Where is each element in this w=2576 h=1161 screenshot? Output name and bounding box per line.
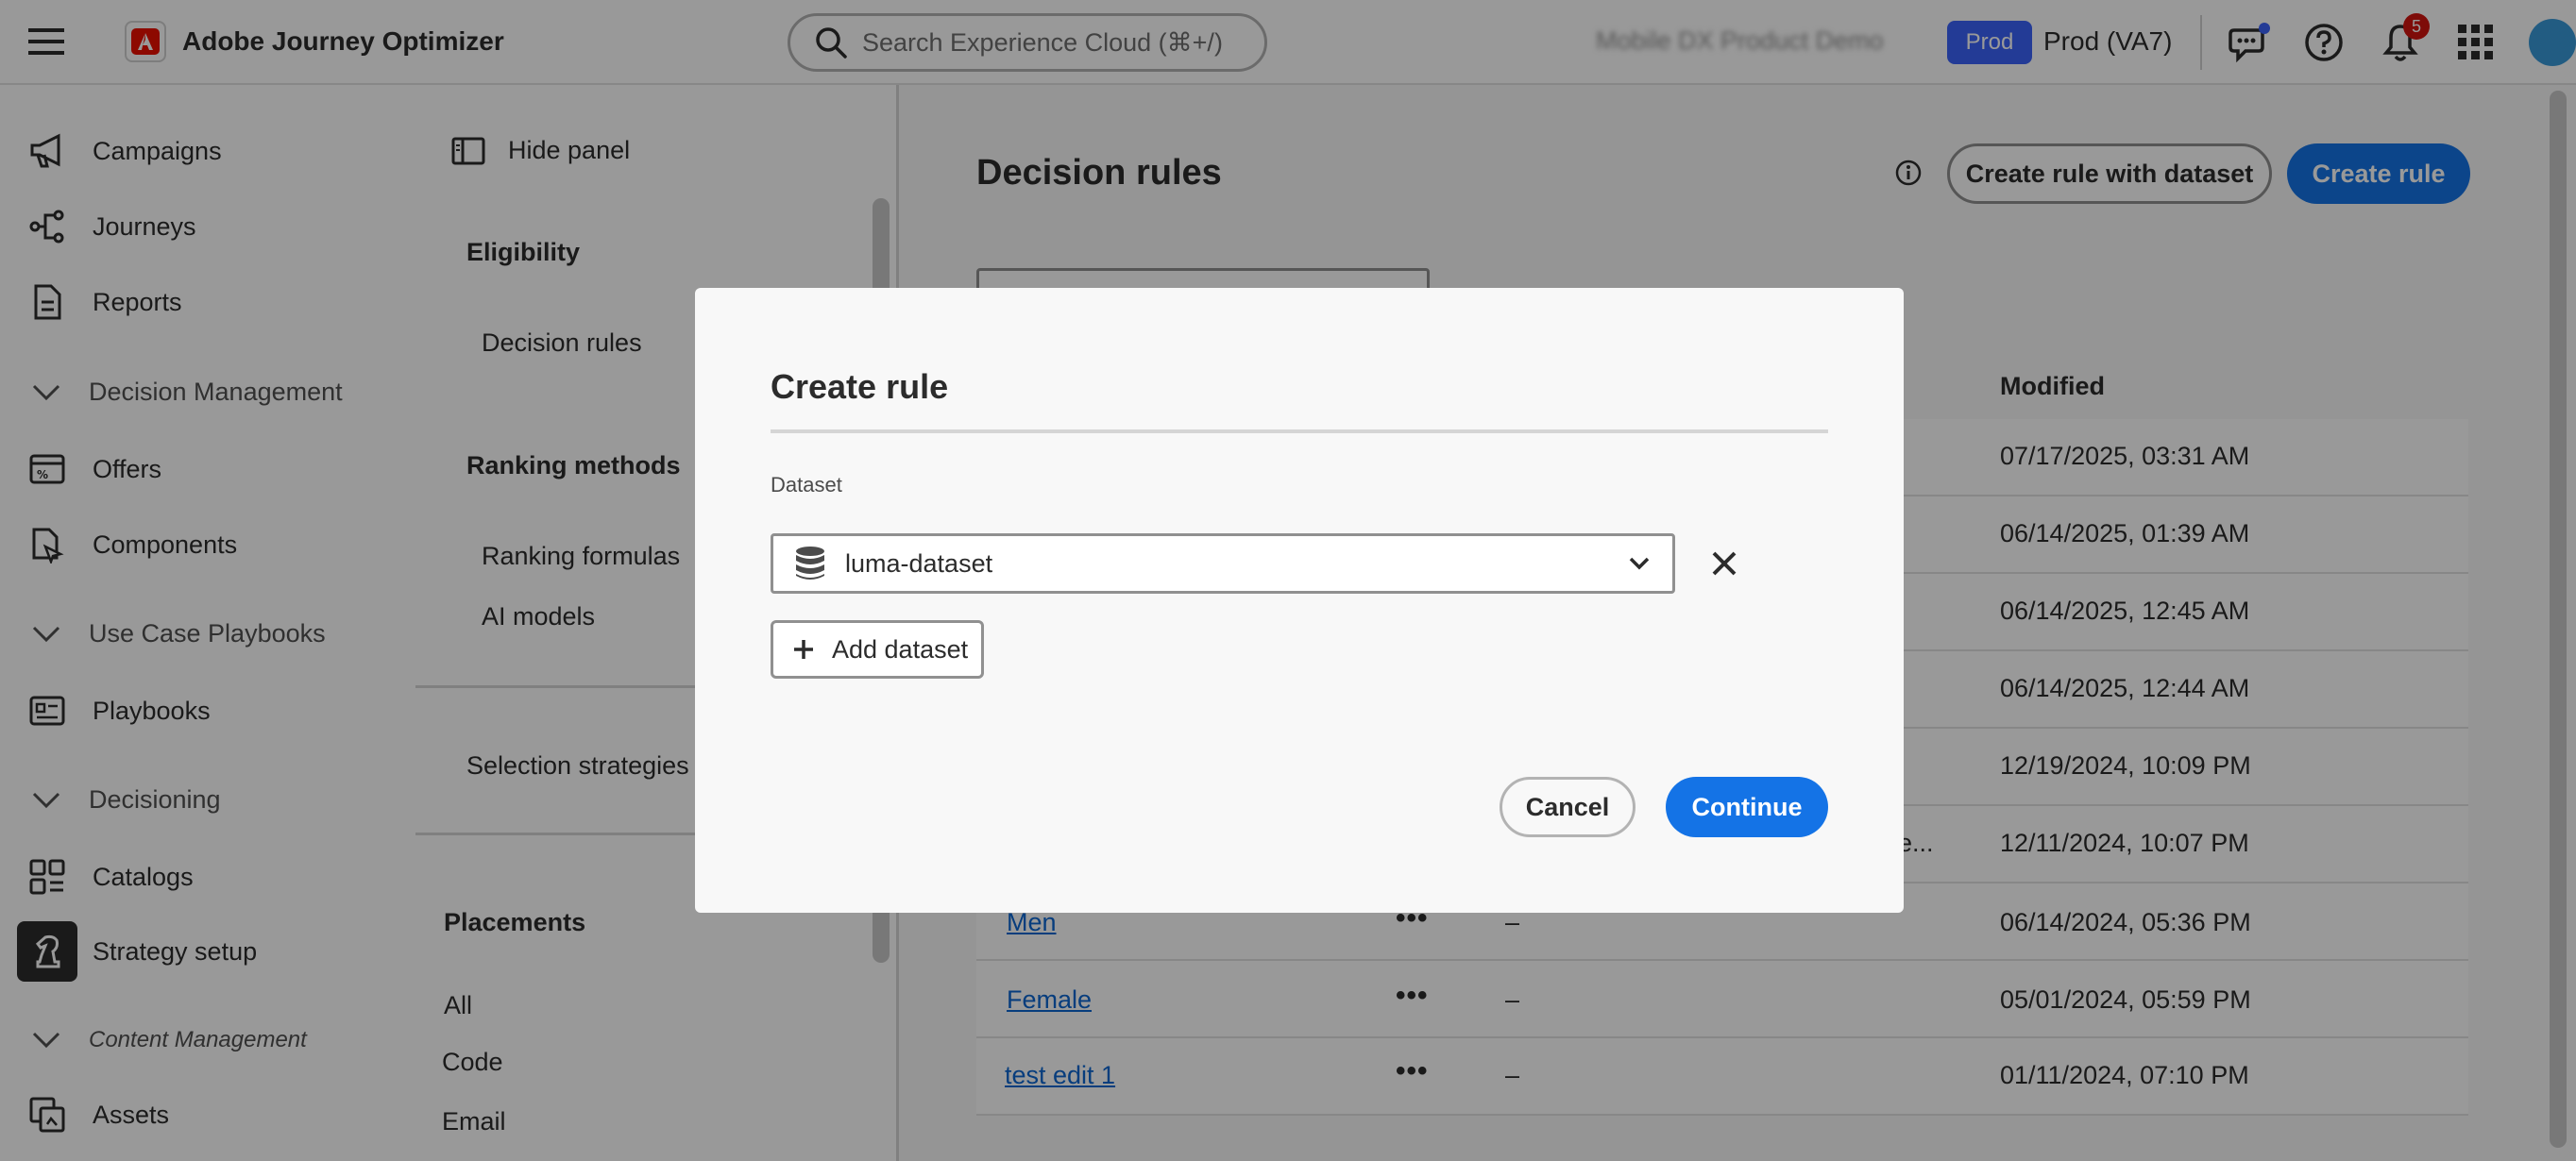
create-rule-dialog: Create rule Dataset luma-dataset Add dat… [695,288,1904,913]
dataset-value: luma-dataset [845,548,993,578]
remove-dataset-close-icon[interactable] [1711,550,1737,577]
dialog-divider [771,429,1828,433]
database-icon [794,546,826,581]
add-dataset-label: Add dataset [832,634,969,664]
continue-button[interactable]: Continue [1666,777,1828,837]
chevron-down-icon [1629,557,1650,570]
dataset-picker[interactable]: luma-dataset [771,533,1675,594]
plus-icon [792,638,815,661]
cancel-button[interactable]: Cancel [1500,777,1635,837]
dataset-label: Dataset [771,473,842,496]
add-dataset-button[interactable]: Add dataset [771,620,984,679]
dialog-title: Create rule [771,367,949,406]
